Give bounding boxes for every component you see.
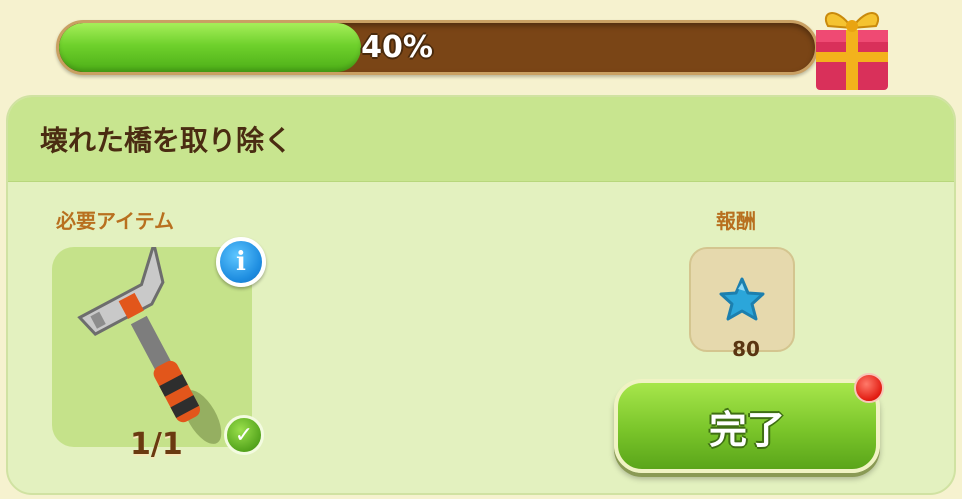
complete-button-label: 完了 bbox=[708, 407, 785, 452]
progress-percent-text: 40% bbox=[361, 30, 433, 65]
info-icon: i bbox=[236, 247, 246, 277]
required-items-label: 必要アイテム bbox=[56, 209, 174, 233]
notification-dot-icon bbox=[854, 373, 884, 403]
reward-amount: 80 bbox=[732, 337, 760, 361]
panel-header: 壊れた橋を取り除く bbox=[8, 97, 954, 182]
info-button[interactable]: i bbox=[216, 237, 266, 287]
quest-title: 壊れた橋を取り除く bbox=[40, 124, 293, 157]
gift-box-icon[interactable] bbox=[806, 0, 896, 95]
complete-button[interactable]: 完了 bbox=[614, 379, 880, 473]
reward-label: 報酬 bbox=[716, 209, 756, 233]
quest-panel: 壊れた橋を取り除く 必要アイテム 報酬 i 1/1 ✓ 80 完了 bbox=[6, 95, 956, 495]
progress-bar: 40% bbox=[56, 20, 818, 75]
item-count: 1/1 bbox=[130, 427, 183, 462]
checkmark-icon: ✓ bbox=[224, 415, 264, 455]
blue-star-icon bbox=[719, 277, 765, 321]
